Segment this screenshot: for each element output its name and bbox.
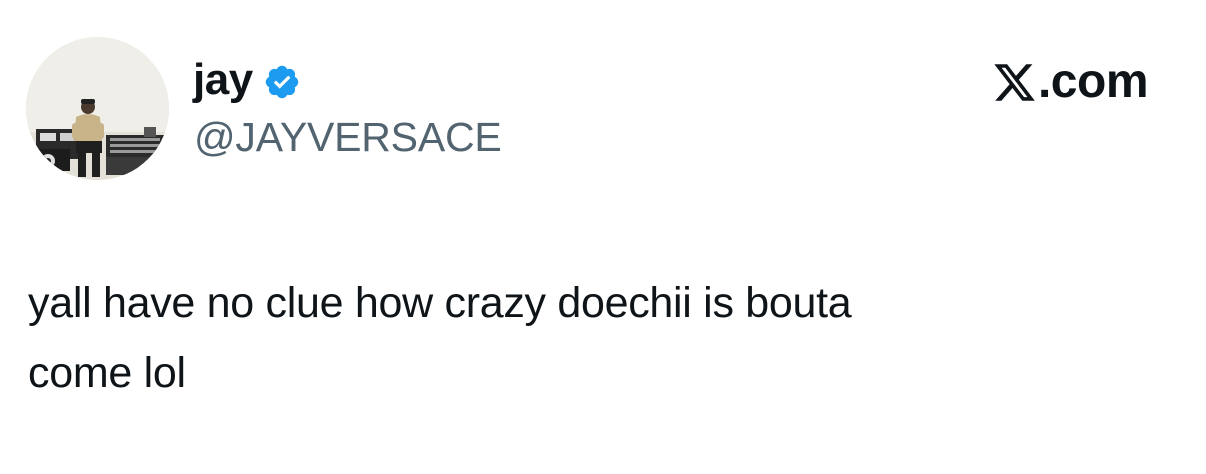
tweet-text-line: yall have no clue how crazy doechii is b… [28, 279, 852, 327]
avatar[interactable] [26, 37, 169, 180]
tweet-card: jay @JAYVERSACE .com yall have no clue h… [0, 0, 1206, 474]
display-name[interactable]: jay [193, 58, 253, 102]
author-handle[interactable]: @JAYVERSACE [194, 113, 502, 162]
verified-badge-icon [263, 63, 301, 101]
site-domain: .com [1037, 55, 1149, 108]
tweet-text: yall have no clue how crazy doechii is b… [28, 268, 1148, 408]
tweet-text-line: come lol [28, 349, 186, 397]
site-badge: .com [992, 54, 1149, 110]
avatar-photo-icon [26, 37, 169, 180]
author-name-row[interactable]: jay [193, 52, 301, 108]
x-logo-icon [992, 60, 1037, 105]
